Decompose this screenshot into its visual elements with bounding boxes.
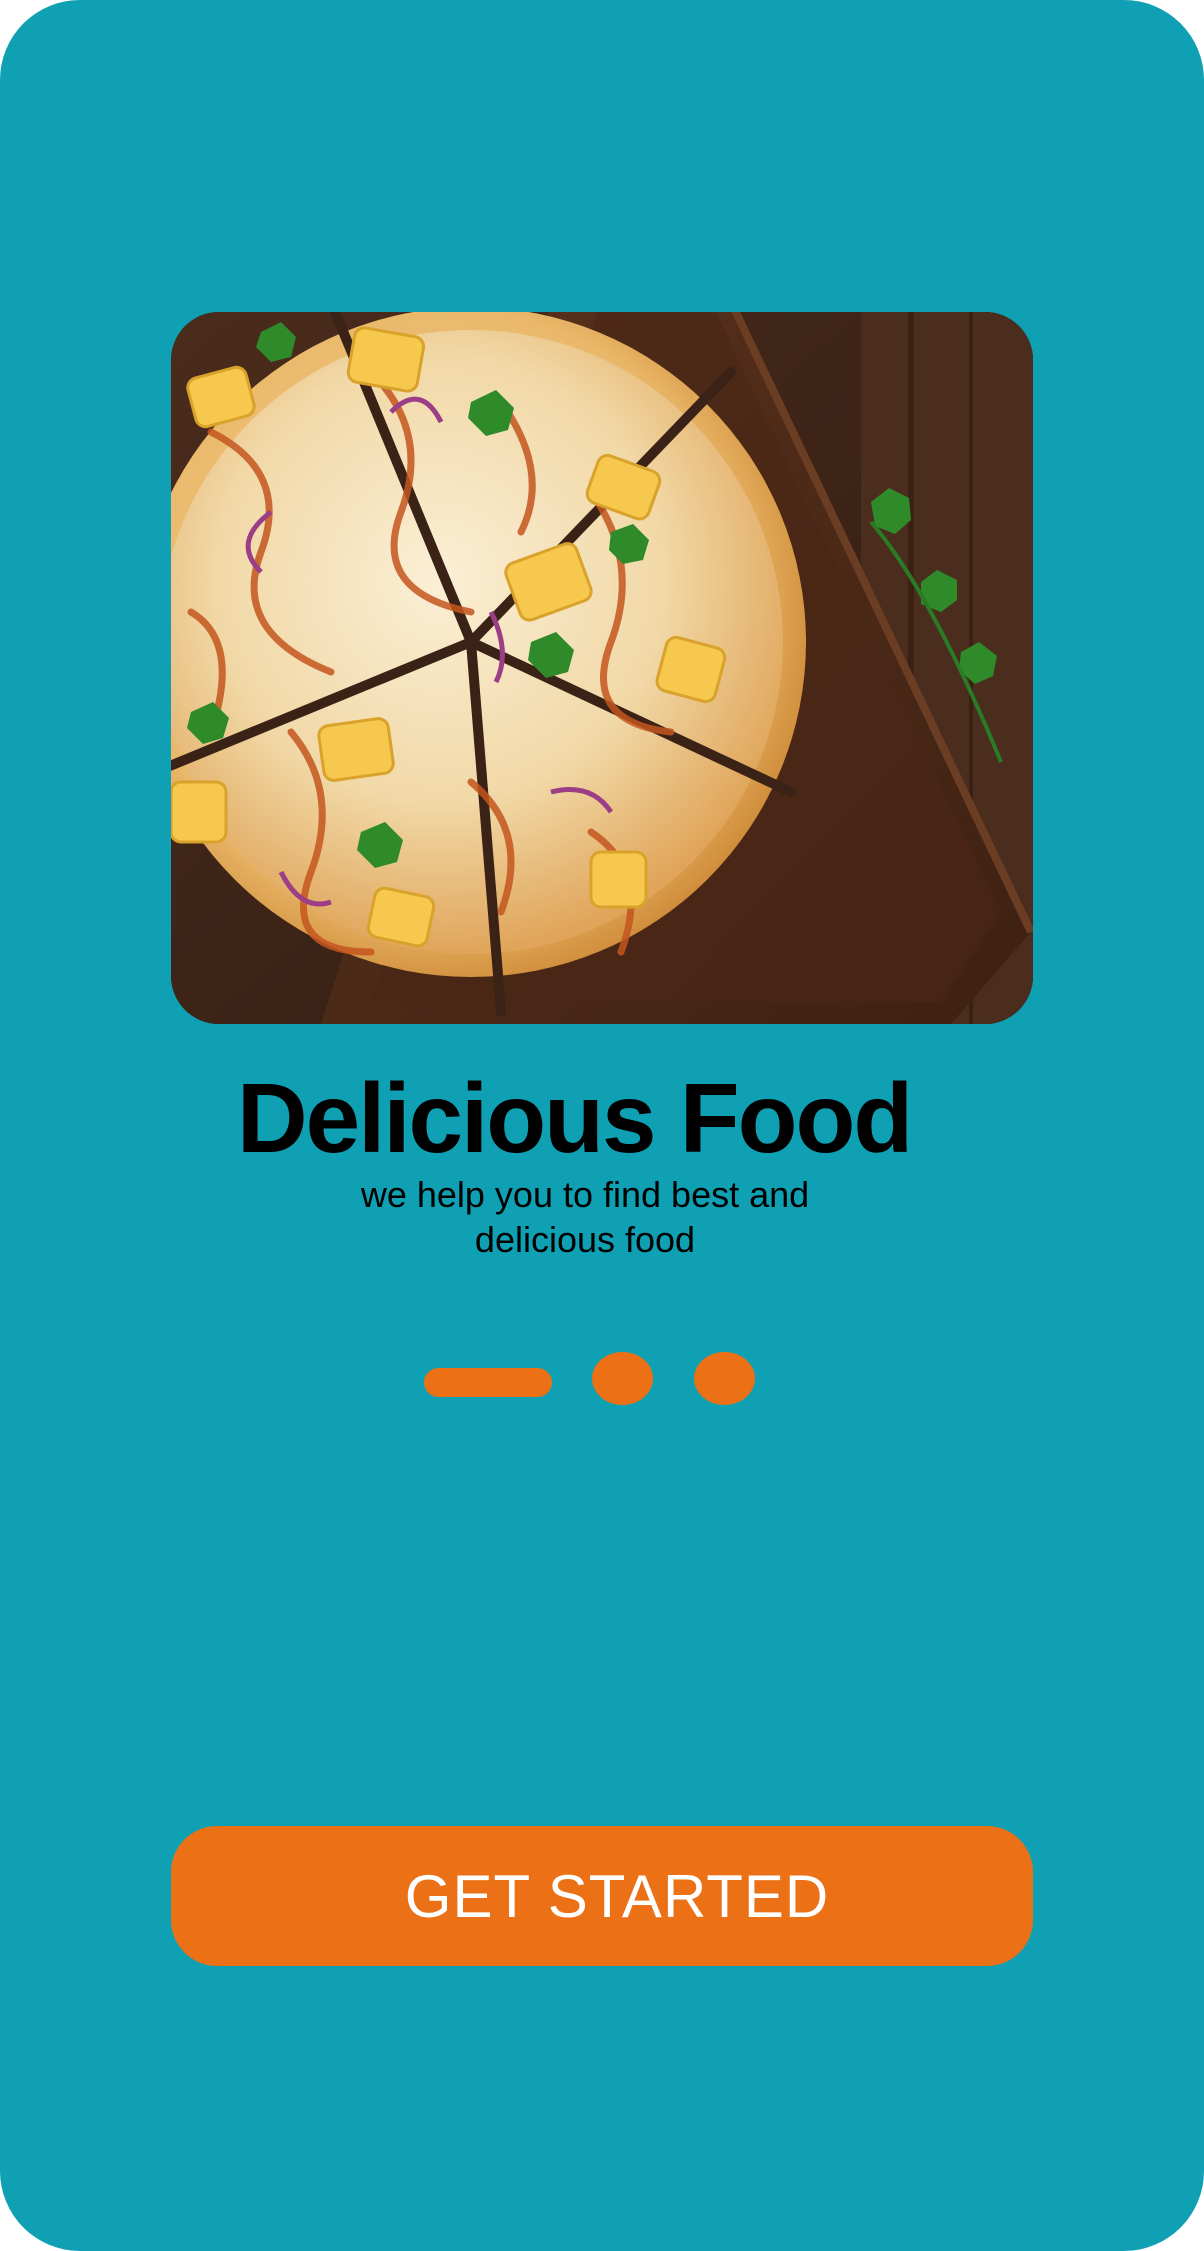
pizza-illustration <box>171 312 1033 1024</box>
page-indicator-active-dot[interactable] <box>424 1368 552 1397</box>
page-subtitle: we help you to find best and delicious f… <box>360 1174 810 1260</box>
page-title: Delicious Food <box>236 1063 913 1173</box>
get-started-button[interactable]: GET STARTED <box>171 1826 1033 1966</box>
get-started-button-label: GET STARTED <box>404 1863 830 1930</box>
page-indicator-dot[interactable] <box>592 1352 653 1405</box>
page-indicator-dot[interactable] <box>694 1352 755 1405</box>
onboarding-screen: Delicious Food we help you to find best … <box>0 0 1204 2251</box>
hero-image-pizza <box>171 312 1033 1024</box>
